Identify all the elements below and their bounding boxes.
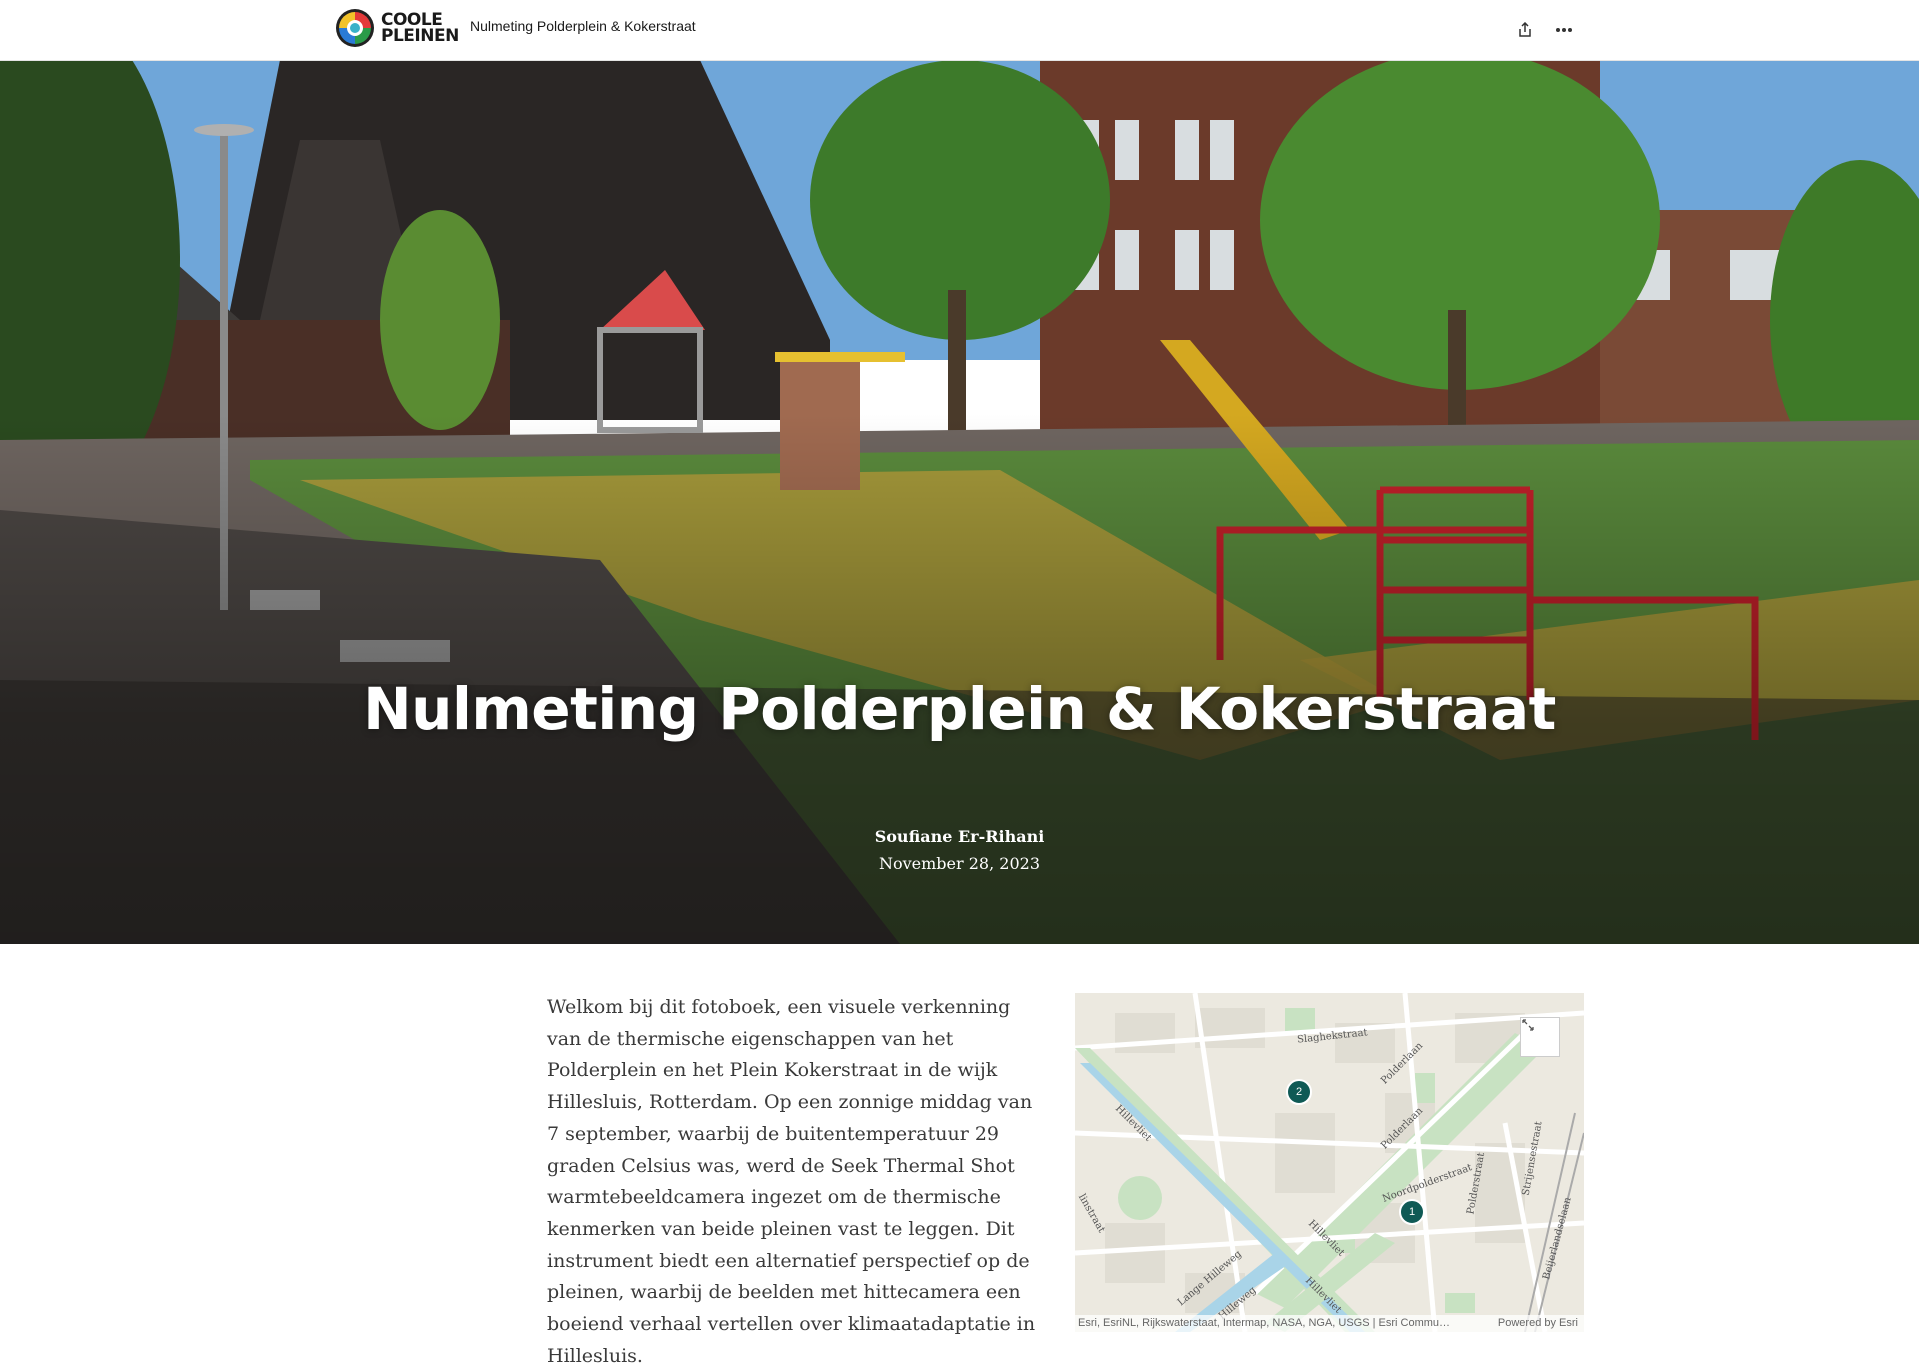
map-expand-button[interactable] <box>1520 1017 1560 1057</box>
hero-title: Nulmeting Polderplein & Kokerstraat <box>363 675 1556 743</box>
hero-date: November 28, 2023 <box>878 854 1040 873</box>
map-attribution[interactable]: Esri, EsriNL, Rijkswaterstaat, Intermap,… <box>1078 1315 1478 1332</box>
map-marker-2[interactable]: 2 <box>1286 1079 1312 1105</box>
logo-line-2: PLEINEN <box>381 26 459 46</box>
expand-icon <box>1522 1019 1534 1031</box>
hero-overlay <box>0 60 1919 944</box>
map-view[interactable]: Slaghekstraat Polderlaan Polderlaan Hill… <box>1075 993 1584 1332</box>
coole-pleinen-logo[interactable]: COOLE PLEINEN <box>335 8 459 48</box>
share-icon <box>1519 22 1531 37</box>
map-marker-1[interactable]: 1 <box>1399 1199 1425 1225</box>
intro-paragraph: Welkom bij dit fotoboek, een visuele ver… <box>547 996 1036 1367</box>
map-basemap <box>1075 993 1584 1332</box>
share-button[interactable] <box>1509 14 1541 46</box>
header-story-title: Nulmeting Polderplein & Kokerstraat <box>470 18 696 34</box>
map-powered-by[interactable]: Powered by Esri <box>1498 1315 1578 1332</box>
logo-text: COOLE PLEINEN <box>381 12 459 46</box>
app-header: COOLE PLEINEN Nulmeting Polderplein & Ko… <box>0 0 1919 61</box>
more-options-button[interactable] <box>1548 14 1580 46</box>
hero-author: Soufiane Er-Rihani <box>874 827 1045 846</box>
map-attribution-bar: Esri, EsriNL, Rijkswaterstaat, Intermap,… <box>1075 1315 1584 1332</box>
hero-section: Nulmeting Polderplein & Kokerstraat Souf… <box>0 60 1919 944</box>
more-options-icon <box>1556 28 1572 32</box>
logo-icon <box>336 9 374 47</box>
